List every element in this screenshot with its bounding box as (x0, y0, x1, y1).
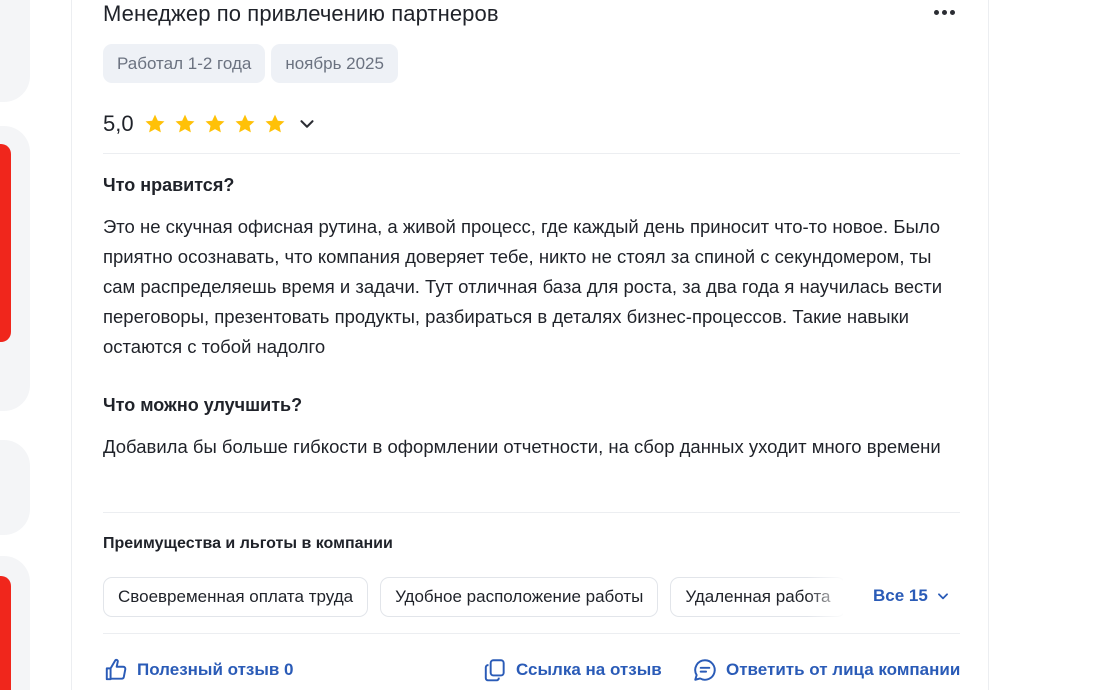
rating-value: 5,0 (103, 111, 134, 136)
side-card (0, 0, 30, 102)
show-all-label: Все 15 (873, 586, 928, 605)
rating: 5,0 (103, 111, 318, 137)
page: Менеджер по привлечению партнеров Работа… (0, 0, 1120, 690)
star-icon (175, 114, 195, 133)
improve-text: Добавила бы больше гибкости в оформлении… (103, 436, 941, 457)
review-title: Менеджер по привлечению партнеров (103, 1, 499, 26)
copy-link-button[interactable]: Ссылка на отзыв (482, 657, 662, 683)
chevron-down-icon[interactable] (296, 113, 318, 135)
side-card (0, 556, 30, 690)
star-icon (265, 114, 285, 133)
chat-bubble-icon (694, 659, 716, 681)
chevron-down-icon (937, 593, 948, 600)
more-dots-icon (941, 9, 947, 15)
reply-label: Ответить от лица компании (726, 660, 961, 679)
likes-heading: Что нравится? (103, 175, 235, 195)
side-card-accent (0, 144, 11, 342)
date-tag: ноябрь 2025 (271, 44, 398, 83)
copy-link-icon (484, 659, 505, 682)
helpful-button[interactable]: Полезный отзыв 0 (103, 657, 294, 683)
improve-heading: Что можно улучшить? (103, 395, 303, 415)
side-card (0, 440, 30, 535)
experience-tag: Работал 1-2 года (103, 44, 266, 83)
likes-text: Это не скучная офисная рутина, а живой п… (103, 216, 943, 357)
more-dots-icon (933, 9, 939, 15)
side-card-accent (0, 576, 11, 690)
show-all-benefits-button[interactable]: Все 15 (873, 586, 950, 606)
more-options-button[interactable] (930, 0, 958, 24)
review-tags: Работал 1-2 года ноябрь 2025 (103, 44, 398, 83)
star-icon (205, 114, 225, 133)
copy-link-label: Ссылка на отзыв (516, 660, 662, 679)
benefit-chip[interactable]: Удобное расположение работы (380, 577, 659, 617)
star-icon (235, 114, 255, 133)
divider (103, 512, 960, 513)
star-icon (145, 114, 165, 133)
review-card: Менеджер по привлечению партнеров Работа… (71, 0, 989, 690)
divider (103, 633, 960, 634)
side-card (0, 126, 30, 411)
divider (103, 153, 960, 154)
review-actions: Полезный отзыв 0 Ссылка на отзыв Ответит… (103, 657, 963, 687)
thumbs-up-icon (105, 658, 127, 681)
reply-button[interactable]: Ответить от лица компании (692, 657, 960, 683)
helpful-label: Полезный отзыв 0 (137, 660, 294, 679)
benefits-heading: Преимущества и льготы в компании (103, 535, 393, 552)
benefit-chip[interactable]: Своевременная оплата труда (103, 577, 369, 617)
more-dots-icon (949, 9, 955, 15)
benefits-chips: Своевременная оплата труда Удобное распо… (103, 577, 843, 617)
chips-fade (807, 577, 847, 617)
